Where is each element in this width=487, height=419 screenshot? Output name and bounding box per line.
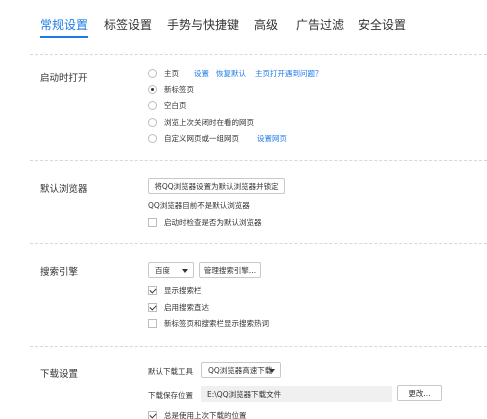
divider <box>30 243 487 244</box>
active-tab-indicator <box>40 36 88 38</box>
section-title-default-browser: 默认浏览器 <box>40 184 88 195</box>
tab-gestures-shortcuts[interactable]: 手势与快捷键 <box>167 16 239 33</box>
restore-default-link[interactable]: 恢复默认 <box>216 68 246 79</box>
tab-advanced[interactable]: 高级 <box>254 16 278 33</box>
radio-button[interactable] <box>148 117 157 127</box>
radio-button[interactable] <box>148 84 157 94</box>
home-help-link[interactable]: 主页打开遇到问题？ <box>255 68 323 79</box>
option-hot-search-words[interactable]: 新标签页和搜索栏显示搜索热词 <box>148 317 269 329</box>
set-default-browser-button[interactable]: 将QQ浏览器设置为默认浏览器并锁定 <box>148 178 285 194</box>
option-search-direct[interactable]: 启用搜索直达 <box>148 301 209 313</box>
tab-ad-filter[interactable]: 广告过滤 <box>296 16 344 33</box>
download-tool-value: QQ浏览器高速下载 <box>208 365 273 375</box>
chevron-down-icon <box>269 369 275 373</box>
manage-search-engines-button[interactable]: 管理搜索引擎... <box>199 262 261 278</box>
option-label: 总是使用上次下载的位置 <box>164 410 247 419</box>
startup-option-custom[interactable]: 自定义网页或一组网页 设置网页 <box>148 132 287 144</box>
section-title-startup: 启动时打开 <box>40 73 88 84</box>
option-label: 浏览上次关闭时在看的网页 <box>164 117 254 127</box>
checkbox[interactable] <box>148 410 157 419</box>
settings-tab-bar: 常规设置 标签设置 手势与快捷键 高级 广告过滤 安全设置 <box>0 0 487 40</box>
download-tool-select[interactable]: QQ浏览器高速下载 <box>201 362 281 378</box>
option-label: 空白页 <box>164 100 187 110</box>
radio-button[interactable] <box>148 68 157 78</box>
download-path-label: 下载保存位置 <box>148 391 193 400</box>
startup-option-new-tab[interactable]: 新标签页 <box>148 83 194 95</box>
check-default-on-startup[interactable]: 启动时检查是否为默认浏览器 <box>148 216 262 228</box>
search-engine-select[interactable]: 百度 <box>148 262 194 278</box>
radio-button[interactable] <box>148 100 157 110</box>
download-path-field[interactable]: E:\QQ浏览器下载文件 <box>201 386 392 402</box>
divider <box>30 160 487 161</box>
download-tool-label: 默认下载工具 <box>148 367 193 376</box>
option-show-search-bar[interactable]: 显示搜索栏 <box>148 284 202 296</box>
option-label: 主页 <box>164 68 179 78</box>
custom-pages-settings-link[interactable]: 设置网页 <box>257 133 287 144</box>
option-label: 启用搜索直达 <box>164 302 209 312</box>
startup-option-last-session[interactable]: 浏览上次关闭时在看的网页 <box>148 116 254 128</box>
option-always-last-location[interactable]: 总是使用上次下载的位置 <box>148 409 247 419</box>
section-title-download: 下载设置 <box>40 369 79 380</box>
tab-tabs[interactable]: 标签设置 <box>104 16 152 33</box>
section-title-search: 搜索引擎 <box>40 267 79 278</box>
option-label: 自定义网页或一组网页 <box>164 133 239 143</box>
divider <box>30 54 487 55</box>
tab-security[interactable]: 安全设置 <box>358 16 406 33</box>
home-settings-link[interactable]: 设置 <box>194 68 209 79</box>
checkbox[interactable] <box>148 318 157 328</box>
chevron-down-icon <box>182 269 188 273</box>
checkbox[interactable] <box>148 217 157 227</box>
startup-option-home[interactable]: 主页 设置 恢复默认 主页打开遇到问题？ <box>148 67 323 79</box>
default-browser-status: QQ浏览器目前不是默认浏览器 <box>148 201 250 210</box>
option-label: 显示搜索栏 <box>164 285 202 295</box>
option-label: 新标签页和搜索栏显示搜索热词 <box>164 318 269 328</box>
option-label: 启动时检查是否为默认浏览器 <box>164 217 262 227</box>
tab-general[interactable]: 常规设置 <box>40 16 88 33</box>
radio-button[interactable] <box>148 133 157 143</box>
change-download-path-button[interactable]: 更改... <box>397 385 442 401</box>
checkbox[interactable] <box>148 285 157 295</box>
divider <box>30 346 487 347</box>
search-engine-value: 百度 <box>155 265 170 275</box>
checkbox[interactable] <box>148 302 157 312</box>
option-label: 新标签页 <box>164 84 194 94</box>
startup-option-blank[interactable]: 空白页 <box>148 99 187 111</box>
